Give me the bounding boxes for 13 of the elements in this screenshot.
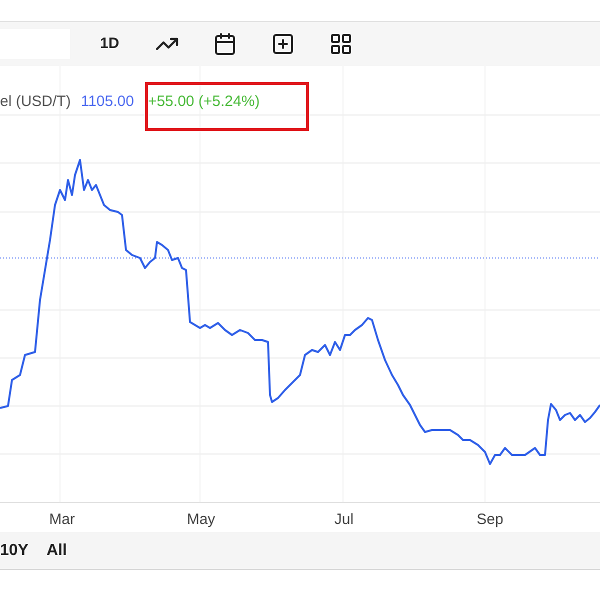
add-icon[interactable] <box>271 32 296 56</box>
axis-label: Jul <box>334 510 354 530</box>
axis-label: Sep <box>476 510 504 530</box>
calendar-icon[interactable] <box>213 32 238 56</box>
series-name: el (USD/T) <box>0 92 71 112</box>
range-button[interactable]: 10Y <box>0 538 28 562</box>
price-value: 1105.00 <box>80 92 134 112</box>
axis-label: May <box>186 510 216 530</box>
axis-label: Mar <box>49 510 75 530</box>
price-change: +55.00 (+5.24%) <box>148 92 260 112</box>
grid-icon[interactable] <box>329 32 354 56</box>
interval-button[interactable]: 1D <box>100 32 120 56</box>
range-button[interactable]: All <box>46 538 67 562</box>
